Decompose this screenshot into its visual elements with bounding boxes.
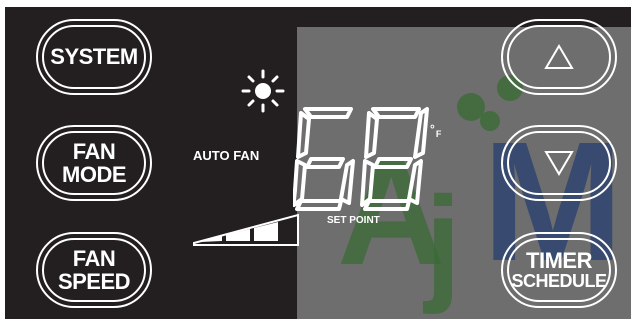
temp-down-button[interactable]: [501, 125, 617, 201]
timer-schedule-button[interactable]: TIMER SCHEDULE: [501, 232, 617, 308]
fan-mode-button[interactable]: FAN MODE: [36, 125, 152, 201]
temp-up-button[interactable]: [501, 19, 617, 95]
fan-mode-indicator: AUTO FAN: [193, 148, 260, 163]
triangle-down-icon: [544, 151, 574, 176]
temperature-display: [293, 107, 429, 211]
thermostat-panel: A j M SYSTEM FAN MODE FAN SPEED TIMER SC…: [5, 7, 631, 319]
fan-mode-label-line1: FAN: [72, 138, 116, 164]
fan-mode-label-line2: MODE: [62, 162, 127, 187]
fan-speed-label-line2: SPEED: [57, 269, 131, 294]
system-button[interactable]: SYSTEM: [36, 19, 152, 95]
sun-icon: [241, 69, 285, 113]
fan-speed-button[interactable]: FAN SPEED: [36, 232, 152, 308]
temperature-unit: °F: [430, 122, 442, 139]
schedule-label-line2: SCHEDULE: [511, 271, 607, 292]
system-button-label: SYSTEM: [50, 44, 138, 70]
fan-speed-label-line1: FAN: [72, 245, 116, 271]
fan-speed-indicator: [193, 213, 299, 246]
timer-label-line1: TIMER: [526, 248, 592, 273]
set-point-label: SET POINT: [327, 215, 380, 226]
triangle-up-icon: [544, 44, 574, 69]
